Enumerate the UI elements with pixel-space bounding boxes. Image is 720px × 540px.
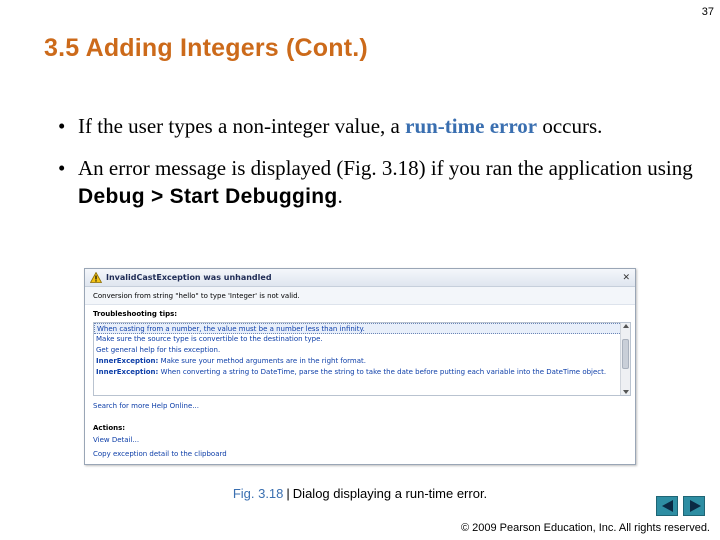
bullet-item-2: • An error message is displayed (Fig. 3.…: [56, 154, 696, 211]
dialog-titlebar: InvalidCastException was unhandled ✕: [85, 269, 635, 287]
search-help-online-link[interactable]: Search for more Help Online...: [93, 402, 199, 410]
caption-text: Dialog displaying a run-time error.: [292, 486, 488, 501]
figure-caption: Fig. 3.18 | Dialog displaying a run-time e…: [0, 486, 720, 501]
tips-scrollbar[interactable]: [620, 323, 630, 395]
exception-dialog: InvalidCastException was unhandled ✕ Con…: [84, 268, 636, 465]
slide-number: 37: [701, 6, 714, 18]
arrow-left-icon: [662, 500, 673, 512]
troubleshooting-heading: Troubleshooting tips:: [93, 310, 178, 318]
tip-text: Make sure your method arguments are in t…: [160, 357, 367, 365]
warning-icon: [90, 272, 102, 283]
run-time-error-term: run-time error: [405, 114, 538, 138]
bullet-2-text: An error message is displayed (Fig. 3.18…: [78, 156, 693, 180]
tip-item[interactable]: Make sure the source type is convertible…: [94, 334, 630, 345]
caption-separator: |: [286, 486, 290, 501]
slide-title: 3.5 Adding Integers (Cont.): [44, 34, 368, 62]
dialog-title: InvalidCastException was unhandled: [106, 273, 272, 282]
tip-item[interactable]: InnerException: Make sure your method ar…: [94, 356, 630, 367]
slide-navigation: [656, 496, 705, 516]
tip-item[interactable]: InnerException: When converting a string…: [94, 367, 630, 378]
tip-item[interactable]: When casting from a number, the value mu…: [94, 323, 630, 334]
next-slide-button[interactable]: [683, 496, 705, 516]
view-detail-link[interactable]: View Detail...: [93, 436, 139, 444]
bullet-list: • If the user types a non-integer value,…: [56, 112, 696, 225]
scroll-thumb[interactable]: [622, 339, 629, 369]
inner-exception-label: InnerException:: [96, 357, 159, 365]
copyright-notice: © 2009 Pearson Education, Inc. All right…: [460, 522, 710, 534]
troubleshooting-tips-list: When casting from a number, the value mu…: [93, 322, 631, 396]
tip-text: When converting a string to DateTime, pa…: [160, 368, 607, 376]
bullet-2-text-end: .: [337, 184, 343, 208]
bullet-1-text: If the user types a non-integer value, a: [78, 114, 406, 138]
bullet-icon: •: [58, 114, 66, 138]
bullet-1-text-end: occurs.: [537, 114, 603, 138]
actions-heading: Actions:: [93, 424, 126, 432]
exception-message: Conversion from string "hello" to type '…: [85, 287, 635, 305]
inner-exception-label: InnerException:: [96, 368, 159, 376]
bullet-item-1: • If the user types a non-integer value,…: [56, 112, 696, 140]
close-icon[interactable]: ✕: [622, 273, 630, 283]
arrow-right-icon: [690, 500, 701, 512]
scroll-down-icon[interactable]: [623, 390, 629, 394]
debug-menu-path: Debug > Start Debugging: [78, 185, 338, 208]
scroll-up-icon[interactable]: [623, 324, 629, 328]
figure-number: Fig. 3.18: [232, 486, 284, 501]
previous-slide-button[interactable]: [656, 496, 678, 516]
tip-item[interactable]: Get general help for this exception.: [94, 345, 630, 356]
bullet-icon: •: [58, 156, 66, 180]
copy-exception-link[interactable]: Copy exception detail to the clipboard: [93, 450, 227, 458]
